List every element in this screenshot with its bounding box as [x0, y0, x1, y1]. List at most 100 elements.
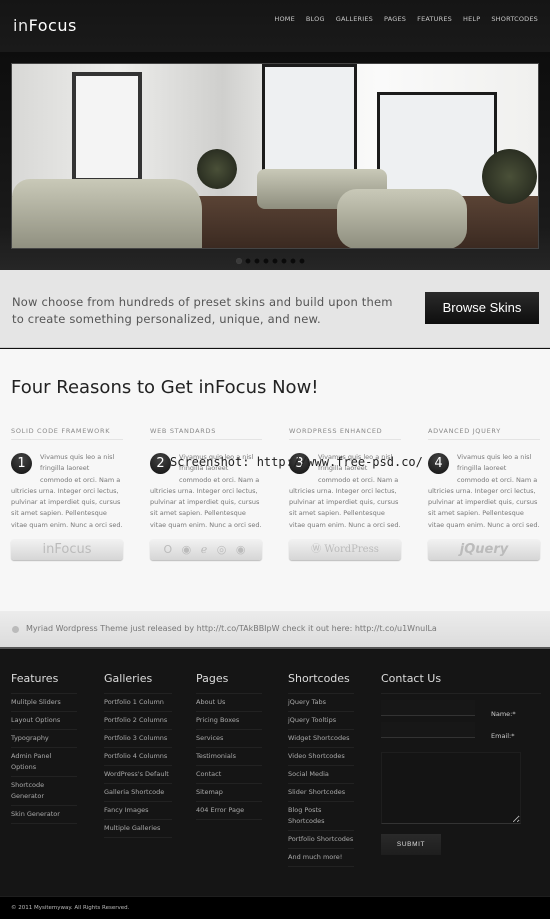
slider-dot[interactable]	[263, 258, 269, 264]
reason-heading: WEB STANDARDS	[150, 427, 262, 440]
footer-link[interactable]: jQuery Tabs	[288, 694, 354, 712]
nav-home[interactable]: HOME	[274, 15, 295, 23]
footer-features: Features Mulitple Sliders Layout Options T…	[11, 672, 77, 824]
footer-galleries: Galleries Portfolio 1 Column Portfolio 2 …	[104, 672, 172, 838]
footer-link[interactable]: Skin Generator	[11, 806, 77, 824]
twitter-bar: Myriad Wordpress Theme just released by …	[0, 611, 550, 649]
footer-link[interactable]: Mulitple Sliders	[11, 694, 77, 712]
slider-dot[interactable]	[290, 258, 296, 264]
nav-shortcodes[interactable]: SHORTCODES	[491, 15, 538, 23]
footer-link[interactable]: jQuery Tooltips	[288, 712, 354, 730]
number-badge-1: 1	[11, 453, 32, 474]
browser-icons-badge: O ◉ ℯ ◎ ◉	[150, 539, 262, 560]
galleries-links: Portfolio 1 Column Portfolio 2 Columns Por…	[104, 694, 172, 838]
email-input[interactable]	[381, 722, 475, 738]
footer-link[interactable]: About Us	[196, 694, 262, 712]
reason-heading: ADVANCED JQUERY	[428, 427, 540, 440]
twitter-bird-icon	[12, 626, 19, 633]
browse-skins-button[interactable]: Browse Skins	[425, 292, 539, 324]
footer-link[interactable]: Multiple Galleries	[104, 820, 172, 838]
name-label: Name:*	[491, 710, 516, 718]
plant-right	[482, 149, 537, 204]
footer-link[interactable]: Testimonials	[196, 748, 262, 766]
footer-link[interactable]: Layout Options	[11, 712, 77, 730]
browser-icons: O ◉ ℯ ◎ ◉	[163, 543, 249, 556]
wordpress-icon: Ⓦ	[311, 544, 325, 555]
footer-link[interactable]: WordPress's Default	[104, 766, 172, 784]
contact-form: Contact Us Name:* Email:* SUBMIT	[381, 672, 541, 855]
tweet-text[interactable]: Myriad Wordpress Theme just released by …	[26, 624, 437, 633]
footer-link[interactable]: Shortcode Generator	[11, 777, 77, 806]
image-slider	[0, 52, 550, 270]
features-links: Mulitple Sliders Layout Options Typography…	[11, 694, 77, 824]
jquery-logo-badge: jQuery	[428, 539, 540, 560]
slider-dot[interactable]	[281, 258, 287, 264]
footer-heading: Features	[11, 672, 77, 694]
nav-blog[interactable]: BLOG	[306, 15, 325, 23]
site-logo[interactable]: inFocus	[13, 16, 77, 35]
number-badge-3: 3	[289, 453, 310, 474]
nav-features[interactable]: FEATURES	[417, 15, 452, 23]
plant-left	[197, 149, 237, 189]
slider-dot[interactable]	[272, 258, 278, 264]
footer-link[interactable]: Slider Shortcodes	[288, 784, 354, 802]
copyright-text: © 2011 Mysitemyway. All Rights Reserved.	[11, 905, 130, 911]
footer-link[interactable]: Social Media	[288, 766, 354, 784]
nav-pages[interactable]: PAGES	[384, 15, 406, 23]
section-title: Four Reasons to Get inFocus Now!	[11, 377, 319, 398]
logo-focus: Focus	[28, 16, 77, 35]
shortcodes-links: jQuery Tabs jQuery Tooltips Widget Shortco…	[288, 694, 354, 867]
footer-heading: Galleries	[104, 672, 172, 694]
wall-frame	[72, 72, 142, 182]
infocus-logo-text: inFocus	[42, 542, 92, 557]
nav-help[interactable]: HELP	[463, 15, 480, 23]
jquery-logo-text: jQuery	[459, 542, 509, 557]
contact-heading: Contact Us	[381, 672, 541, 694]
footer-link[interactable]: Blog Posts Shortcodes	[288, 802, 354, 831]
footer-link[interactable]: Portfolio 1 Column	[104, 694, 172, 712]
infocus-logo-badge: inFocus	[11, 539, 123, 560]
footer-link[interactable]: Admin Panel Options	[11, 748, 77, 777]
name-input[interactable]	[381, 700, 475, 716]
reason-heading: WORDPRESS ENHANCED	[289, 427, 401, 440]
copyright-bar: © 2011 Mysitemyway. All Rights Reserved.	[0, 896, 550, 919]
footer-link[interactable]: Portfolio 2 Columns	[104, 712, 172, 730]
reason-column: SOLID CODE FRAMEWORK 1 Vivamus quis leo a…	[11, 427, 123, 531]
number-badge-2: 2	[150, 453, 171, 474]
slider-dot[interactable]	[299, 258, 305, 264]
reason-heading: SOLID CODE FRAMEWORK	[11, 427, 123, 440]
footer-link[interactable]: Widget Shortcodes	[288, 730, 354, 748]
footer-link[interactable]: Video Shortcodes	[288, 748, 354, 766]
footer-link[interactable]: Galleria Shortcode	[104, 784, 172, 802]
message-textarea[interactable]	[381, 752, 521, 824]
email-label: Email:*	[491, 732, 515, 740]
wordpress-logo-badge: Ⓦ WordPress	[289, 539, 401, 560]
footer-link[interactable]: Fancy Images	[104, 802, 172, 820]
footer-link[interactable]: Sitemap	[196, 784, 262, 802]
logo-in: in	[13, 16, 29, 35]
footer-pages: Pages About Us Pricing Boxes Services Testi…	[196, 672, 262, 820]
footer-heading: Shortcodes	[288, 672, 354, 694]
reason-column: WEB STANDARDS 2 Vivamus quis leo a nisl f…	[150, 427, 262, 531]
pages-links: About Us Pricing Boxes Services Testimonial…	[196, 694, 262, 820]
promo-text: Now choose from hundreds of preset skins…	[12, 295, 393, 326]
footer-heading: Pages	[196, 672, 262, 694]
footer-link[interactable]: Portfolio 3 Columns	[104, 730, 172, 748]
slider-dot[interactable]	[236, 258, 242, 264]
footer-link[interactable]: Services	[196, 730, 262, 748]
reason-column: ADVANCED JQUERY 4 Vivamus quis leo a nisl…	[428, 427, 540, 531]
slider-dot[interactable]	[254, 258, 260, 264]
footer-link[interactable]: 404 Error Page	[196, 802, 262, 820]
number-badge-4: 4	[428, 453, 449, 474]
submit-button[interactable]: SUBMIT	[381, 834, 441, 855]
nav-galleries[interactable]: GALLERIES	[336, 15, 373, 23]
footer-link[interactable]: Portfolio 4 Columns	[104, 748, 172, 766]
footer-link[interactable]: And much more!	[288, 849, 354, 867]
footer-link[interactable]: Contact	[196, 766, 262, 784]
slide-image-living-room[interactable]	[11, 63, 539, 249]
slider-dot[interactable]	[245, 258, 251, 264]
footer-link[interactable]: Typography	[11, 730, 77, 748]
footer-link[interactable]: Pricing Boxes	[196, 712, 262, 730]
footer-link[interactable]: Portfolio Shortcodes	[288, 831, 354, 849]
reasons-section: Four Reasons to Get inFocus Now! SOLID C…	[0, 349, 550, 611]
